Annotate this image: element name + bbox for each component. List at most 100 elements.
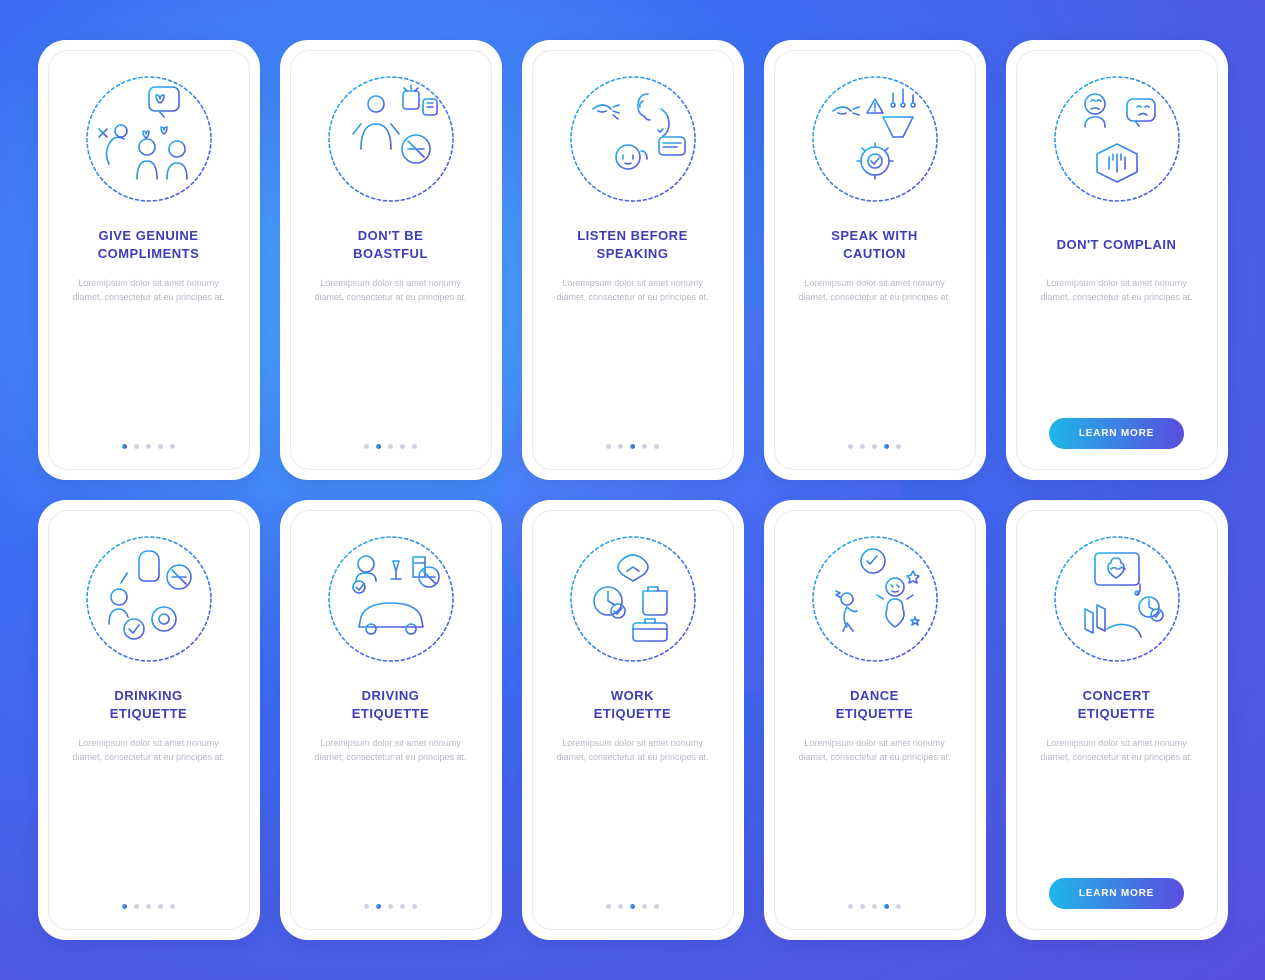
page-indicator xyxy=(848,444,901,449)
page-dot[interactable] xyxy=(654,444,659,449)
page-dot[interactable] xyxy=(606,444,611,449)
page-dot[interactable] xyxy=(848,444,853,449)
learn-more-button[interactable]: LEARN MORE xyxy=(1049,878,1184,909)
page-dot[interactable] xyxy=(122,444,127,449)
phone-mockup: DON'T COMPLAIN Loremipsum dolor sit amet … xyxy=(1006,40,1228,480)
onboarding-screen: LISTEN BEFORE SPEAKING Loremipsum dolor s… xyxy=(532,50,734,470)
driving-icon xyxy=(321,529,461,669)
page-indicator xyxy=(122,444,175,449)
onboarding-screen: GIVE GENUINE COMPLIMENTS Loremipsum dolor… xyxy=(48,50,250,470)
page-dot[interactable] xyxy=(412,904,417,909)
card-title: DRINKING ETIQUETTE xyxy=(110,687,187,723)
card-description: Loremipsum dolor sit amet nonumy diamet,… xyxy=(63,277,235,304)
listen-icon xyxy=(563,69,703,209)
card-title: DANCE ETIQUETTE xyxy=(836,687,913,723)
page-dot[interactable] xyxy=(376,904,381,909)
page-dot[interactable] xyxy=(630,444,635,449)
page-indicator xyxy=(364,904,417,909)
page-dot[interactable] xyxy=(654,904,659,909)
page-dot[interactable] xyxy=(400,904,405,909)
card-title: GIVE GENUINE COMPLIMENTS xyxy=(98,227,200,263)
card-description: Loremipsum dolor sit amet nonumy diamet,… xyxy=(305,277,477,304)
page-dot[interactable] xyxy=(388,444,393,449)
page-dot[interactable] xyxy=(170,444,175,449)
page-dot[interactable] xyxy=(872,904,877,909)
page-dot[interactable] xyxy=(364,904,369,909)
boastful-icon xyxy=(321,69,461,209)
page-dot[interactable] xyxy=(848,904,853,909)
card-description: Loremipsum dolor sit amet nonumy diamet,… xyxy=(63,737,235,764)
page-dot[interactable] xyxy=(860,444,865,449)
onboarding-screen: DON'T COMPLAIN Loremipsum dolor sit amet … xyxy=(1016,50,1218,470)
page-dot[interactable] xyxy=(884,904,889,909)
page-dot[interactable] xyxy=(158,904,163,909)
page-dot[interactable] xyxy=(618,904,623,909)
phone-mockup: WORK ETIQUETTE Loremipsum dolor sit amet … xyxy=(522,500,744,940)
page-indicator xyxy=(364,444,417,449)
page-dot[interactable] xyxy=(376,444,381,449)
card-title: DON'T BE BOASTFUL xyxy=(353,227,428,263)
page-dot[interactable] xyxy=(134,444,139,449)
page-dot[interactable] xyxy=(630,904,635,909)
phone-mockup: GIVE GENUINE COMPLIMENTS Loremipsum dolor… xyxy=(38,40,260,480)
page-dot[interactable] xyxy=(400,444,405,449)
phone-mockup: CONCERT ETIQUETTE Loremipsum dolor sit am… xyxy=(1006,500,1228,940)
dance-icon xyxy=(805,529,945,669)
drinking-icon xyxy=(79,529,219,669)
page-dot[interactable] xyxy=(388,904,393,909)
page-dot[interactable] xyxy=(896,444,901,449)
onboarding-screen: DRINKING ETIQUETTE Loremipsum dolor sit a… xyxy=(48,510,250,930)
card-title: CONCERT ETIQUETTE xyxy=(1078,687,1155,723)
card-title: LISTEN BEFORE SPEAKING xyxy=(577,227,688,263)
page-dot[interactable] xyxy=(122,904,127,909)
compliments-icon xyxy=(79,69,219,209)
page-dot[interactable] xyxy=(642,444,647,449)
card-description: Loremipsum dolor sit amet nonumy diamet,… xyxy=(1031,737,1203,764)
page-dot[interactable] xyxy=(170,904,175,909)
page-dot[interactable] xyxy=(642,904,647,909)
card-description: Loremipsum dolor sit amet nonumy diamet,… xyxy=(547,737,719,764)
phone-mockup: SPEAK WITH CAUTION Loremipsum dolor sit a… xyxy=(764,40,986,480)
page-dot[interactable] xyxy=(606,904,611,909)
card-description: Loremipsum dolor sit amet nonumy diamet,… xyxy=(1031,277,1203,304)
page-dot[interactable] xyxy=(146,444,151,449)
page-dot[interactable] xyxy=(158,444,163,449)
page-dot[interactable] xyxy=(364,444,369,449)
page-dot[interactable] xyxy=(884,444,889,449)
card-title: DRIVING ETIQUETTE xyxy=(352,687,429,723)
caution-icon xyxy=(805,69,945,209)
concert-icon xyxy=(1047,529,1187,669)
page-dot[interactable] xyxy=(618,444,623,449)
onboarding-screen: DANCE ETIQUETTE Loremipsum dolor sit amet… xyxy=(774,510,976,930)
page-dot[interactable] xyxy=(860,904,865,909)
onboarding-screen: WORK ETIQUETTE Loremipsum dolor sit amet … xyxy=(532,510,734,930)
page-indicator xyxy=(606,444,659,449)
card-description: Loremipsum dolor sit amet nonumy diamet,… xyxy=(789,277,961,304)
page-indicator xyxy=(606,904,659,909)
page-dot[interactable] xyxy=(872,444,877,449)
phone-mockup: DANCE ETIQUETTE Loremipsum dolor sit amet… xyxy=(764,500,986,940)
card-description: Loremipsum dolor sit amet nonumy diamet,… xyxy=(547,277,719,304)
work-icon xyxy=(563,529,703,669)
phone-mockup: DRIVING ETIQUETTE Loremipsum dolor sit am… xyxy=(280,500,502,940)
learn-more-button[interactable]: LEARN MORE xyxy=(1049,418,1184,449)
onboarding-screen: CONCERT ETIQUETTE Loremipsum dolor sit am… xyxy=(1016,510,1218,930)
card-title: WORK ETIQUETTE xyxy=(594,687,671,723)
page-dot[interactable] xyxy=(412,444,417,449)
phone-mockup: DRINKING ETIQUETTE Loremipsum dolor sit a… xyxy=(38,500,260,940)
card-title: SPEAK WITH CAUTION xyxy=(831,227,918,263)
page-indicator xyxy=(848,904,901,909)
onboarding-screen: SPEAK WITH CAUTION Loremipsum dolor sit a… xyxy=(774,50,976,470)
page-dot[interactable] xyxy=(896,904,901,909)
complain-icon xyxy=(1047,69,1187,209)
card-description: Loremipsum dolor sit amet nonumy diamet,… xyxy=(789,737,961,764)
card-description: Loremipsum dolor sit amet nonumy diamet,… xyxy=(305,737,477,764)
page-indicator xyxy=(122,904,175,909)
onboarding-screen: DON'T BE BOASTFUL Loremipsum dolor sit am… xyxy=(290,50,492,470)
phone-mockup: DON'T BE BOASTFUL Loremipsum dolor sit am… xyxy=(280,40,502,480)
phone-mockup: LISTEN BEFORE SPEAKING Loremipsum dolor s… xyxy=(522,40,744,480)
onboarding-screen: DRIVING ETIQUETTE Loremipsum dolor sit am… xyxy=(290,510,492,930)
page-dot[interactable] xyxy=(146,904,151,909)
page-dot[interactable] xyxy=(134,904,139,909)
card-title: DON'T COMPLAIN xyxy=(1057,227,1177,263)
